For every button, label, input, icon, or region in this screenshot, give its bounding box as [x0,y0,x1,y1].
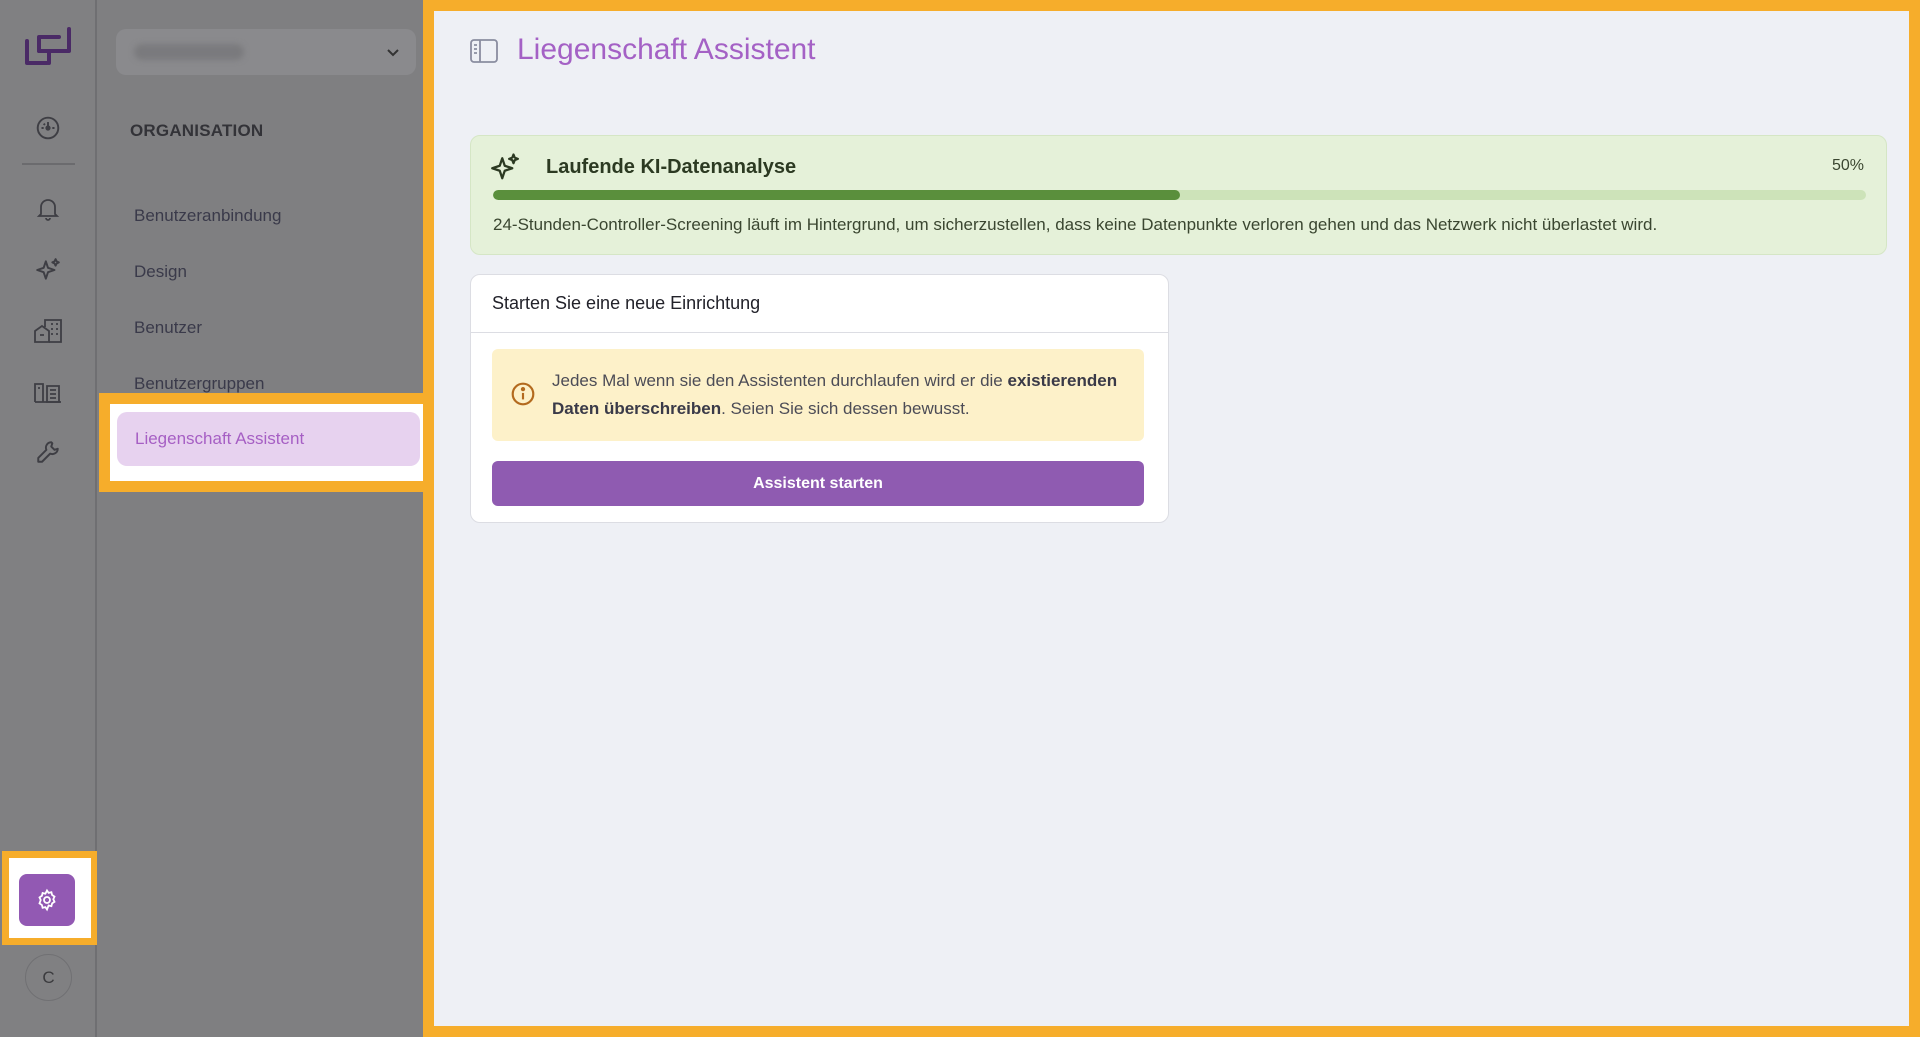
nav-item-liegenschaft-assistent[interactable]: Liegenschaft Assistent [117,412,420,466]
section-heading: ORGANISATION [130,121,264,140]
setup-card-divider [471,332,1168,333]
nav-item-benutzer[interactable]: Benutzer [134,318,202,338]
warning-text-end: . Seien Sie sich dessen bewusst. [721,399,970,418]
dashboard-icon[interactable] [28,108,68,148]
nav-item-benutzeranbindung[interactable]: Benutzeranbindung [134,206,281,226]
overwrite-warning: Jedes Mal wenn sie den Assistenten durch… [492,349,1144,441]
warning-text: Jedes Mal wenn sie den Assistenten durch… [552,367,1132,423]
page-title: Liegenschaft Assistent [517,33,816,66]
ai-analysis-title: Laufende KI-Datenanalyse [546,156,797,178]
gear-icon [38,888,56,912]
progress-fill [493,190,1180,200]
ai-analysis-percent: 50% [1831,157,1864,174]
blurred-organisation-name [134,44,244,60]
start-assistant-button[interactable]: Assistent starten [492,461,1144,506]
setup-card: Starten Sie eine neue Einrichtung Jedes … [470,274,1169,523]
sidebar-toggle-icon[interactable] [469,38,499,64]
info-icon [511,382,535,406]
organisation-select[interactable] [116,29,416,75]
settings-subnav: ORGANISATION Benutzeranbindung Design Be… [97,0,423,1037]
nav-item-benutzergruppen[interactable]: Benutzergruppen [134,374,264,394]
setup-card-title: Starten Sie eine neue Einrichtung [492,293,761,313]
buildings-icon[interactable] [28,311,68,351]
bell-icon[interactable] [28,189,68,229]
icon-rail: C [0,0,98,1037]
rail-divider [22,163,75,165]
settings-button[interactable] [19,874,75,926]
main-content: Liegenschaft Assistent Laufende KI-Daten… [434,11,1909,1026]
wrench-icon[interactable] [28,432,68,472]
nav-item-design[interactable]: Design [134,262,187,282]
app-logo-icon[interactable] [25,27,71,67]
ai-analysis-description: 24-Stunden-Controller-Screening läuft im… [493,215,1658,234]
ai-analysis-progress-bar [493,190,1866,200]
avatar-initial: C [42,967,55,987]
sparkles-icon [491,153,519,180]
warning-text-start: Jedes Mal wenn sie den Assistenten durch… [552,371,1008,390]
property-list-icon[interactable] [28,371,68,411]
sparkles-icon[interactable] [28,250,68,290]
ai-analysis-card: Laufende KI-Datenanalyse 50% 24-Stunden-… [470,135,1887,255]
user-avatar[interactable]: C [25,954,72,1001]
chevron-down-icon [387,49,399,57]
